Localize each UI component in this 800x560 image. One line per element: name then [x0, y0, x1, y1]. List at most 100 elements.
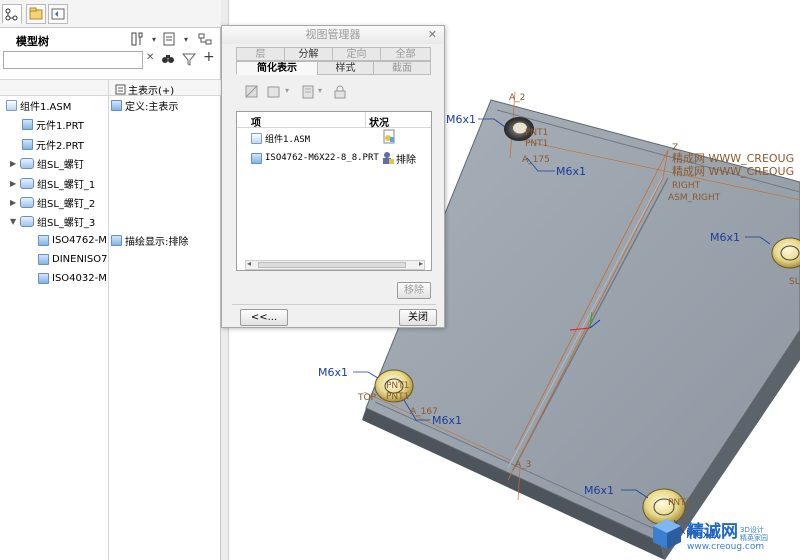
scroll-thumb[interactable]: [258, 262, 406, 268]
tree-item-status: 描绘显示:排除: [111, 231, 188, 249]
group-icon: [20, 196, 34, 208]
find-icon[interactable]: [160, 51, 176, 70]
column-divider: [108, 79, 109, 560]
save-rep-icon[interactable]: [300, 84, 316, 103]
tree-item[interactable]: ISO4032-M: [38, 269, 107, 287]
axis-label-a3: A_3: [515, 460, 531, 470]
svg-text:精成网 WWW_CREOUG: 精成网 WWW_CREOUG: [672, 152, 794, 165]
tree-item-label: 元件2.PRT: [36, 140, 84, 152]
clear-search-icon[interactable]: ✕: [146, 52, 154, 63]
plane-label-top: TOP: [357, 393, 377, 403]
back-button[interactable]: <<...: [240, 309, 288, 326]
tab-layers[interactable]: 层: [236, 47, 285, 61]
tree-column-header: 主表示(+): [0, 79, 221, 97]
assembly-icon: [251, 132, 262, 144]
chevron-down-icon[interactable]: ▾: [318, 86, 322, 95]
plane-label-asm-right: ASM_RIGHT: [668, 193, 721, 203]
watermark-text-3d: 精成网 WWW_CREOUG 精成网 WWW_CREOUG: [672, 152, 794, 178]
point-label-pnt: PNT1: [525, 128, 548, 138]
thread-label-4: M6x1: [318, 366, 348, 379]
chevron-down-icon[interactable]: ▾: [177, 30, 195, 48]
part-label-sl: SL: [789, 277, 800, 287]
dialog-title: 视图管理器: [222, 26, 444, 44]
tree-item[interactable]: 元件1.PRT: [22, 115, 84, 133]
col-status-header[interactable]: 状况: [369, 114, 389, 129]
col-item-header[interactable]: 项: [251, 114, 261, 129]
rep-items-list: 项 状况 组件1.ASM ISO4762-M6X22-8_8.PRT 排除 ◂ …: [236, 111, 432, 271]
plane-label-right: RIGHT: [672, 181, 701, 191]
tree-item-status: 定义:主表示: [111, 96, 178, 114]
close-button[interactable]: 关闭: [399, 309, 437, 326]
group-icon: [20, 177, 34, 189]
model-tree-tab[interactable]: [2, 4, 22, 24]
list-item[interactable]: 组件1.ASM: [251, 129, 310, 147]
tree-item[interactable]: ▶ 组SL_螺钉: [10, 154, 84, 172]
tree-item[interactable]: ▼ 组SL_螺钉_3: [10, 212, 95, 230]
settings-tool-icon[interactable]: [128, 30, 146, 48]
point-label-pnt5: PNT1: [668, 498, 691, 508]
edit-rep-icon[interactable]: [244, 84, 260, 103]
thread-label-5: M6x1: [432, 414, 462, 427]
folder-browser-tab[interactable]: [26, 4, 46, 24]
list-item[interactable]: ISO4762-M6X22-8_8.PRT: [251, 149, 379, 167]
tree-search-input[interactable]: [3, 51, 143, 69]
tab-all[interactable]: 全部: [380, 47, 431, 61]
tree-item[interactable]: 组件1.ASM: [6, 96, 71, 114]
scroll-left-icon[interactable]: ◂: [247, 259, 251, 268]
status-column-header[interactable]: 主表示(+): [115, 82, 174, 97]
part-icon: [38, 272, 49, 284]
model-tree-title: 模型树: [16, 35, 49, 48]
tree-item-label: ISO4032-M: [52, 272, 107, 284]
tree-item-label: DINENISO7: [52, 253, 108, 265]
remove-button[interactable]: 移除: [397, 282, 431, 299]
horizontal-scrollbar[interactable]: ◂ ▸: [245, 259, 425, 270]
tab-orient[interactable]: 定向: [332, 47, 381, 61]
tree-item-label: 组SL_螺钉_3: [37, 217, 96, 229]
navigator-tabs: [0, 0, 221, 28]
representation-icon: [111, 99, 122, 111]
tree-item-label: 组SL_螺钉_1: [37, 179, 96, 191]
part-icon: [38, 234, 49, 246]
tree-item[interactable]: 元件2.PRT: [22, 135, 84, 153]
tree-item[interactable]: DINENISO7: [38, 250, 107, 268]
tab-sections[interactable]: 截面: [373, 61, 431, 75]
expanded-arrow-icon[interactable]: ▼: [10, 217, 20, 226]
collapsed-arrow-icon[interactable]: ▶: [10, 159, 20, 168]
thread-label-2: M6x1: [556, 165, 586, 178]
show-tool-icon[interactable]: [160, 30, 178, 48]
svg-text:精成网 WWW_CREOUG: 精成网 WWW_CREOUG: [672, 165, 794, 178]
scroll-right-icon[interactable]: ▸: [419, 259, 423, 268]
site-watermark: 精诚网 3D设计 精英家园 www.creoug.com: [650, 508, 800, 560]
tree-item[interactable]: ▶ 组SL_螺钉_2: [10, 193, 95, 211]
collapsed-arrow-icon[interactable]: ▶: [10, 198, 20, 207]
close-icon[interactable]: ✕: [428, 28, 437, 41]
tab-simplified-rep[interactable]: 简化表示: [236, 61, 318, 75]
tab-explode[interactable]: 分解: [284, 47, 333, 61]
expand-tool-icon[interactable]: [196, 30, 214, 48]
point-label-pnt2: PNT1: [525, 139, 548, 149]
dialog-divider: [232, 304, 436, 305]
lock-rep-icon[interactable]: [332, 84, 348, 103]
tree-item-label: 组件1.ASM: [20, 101, 72, 113]
tree-item[interactable]: ▶ 组SL_螺钉_1: [10, 174, 95, 192]
thread-label-6: M6x1: [584, 484, 614, 497]
model-tree-panel: 模型树 ▾ ▾ ✕ + 主表示(+) 组件1.ASM 定义:主表示 元件1.PRT 元…: [0, 0, 221, 560]
axis-label-a2: A_2: [509, 93, 525, 103]
tree-item-label: 元件1.PRT: [36, 120, 84, 132]
favorites-icon: [51, 8, 65, 20]
tree-item[interactable]: ISO4762-M: [38, 231, 107, 249]
assembly-icon: [6, 99, 17, 111]
favorites-tab[interactable]: [48, 4, 68, 24]
tree-item-label: 组SL_螺钉: [37, 159, 84, 171]
collapsed-arrow-icon[interactable]: ▶: [10, 179, 20, 188]
thread-label-1: M6x1: [446, 113, 476, 126]
new-rep-icon[interactable]: [266, 84, 282, 103]
axis-label-a175: A_175: [522, 155, 550, 165]
point-label-pnt3: PNT1: [386, 381, 409, 391]
tab-style[interactable]: 样式: [317, 61, 374, 75]
add-column-icon[interactable]: +: [203, 49, 215, 65]
exclude-status-icon: [383, 152, 394, 164]
chevron-down-icon[interactable]: ▾: [285, 86, 289, 95]
filter-icon[interactable]: [181, 51, 197, 70]
part-icon: [251, 152, 262, 164]
